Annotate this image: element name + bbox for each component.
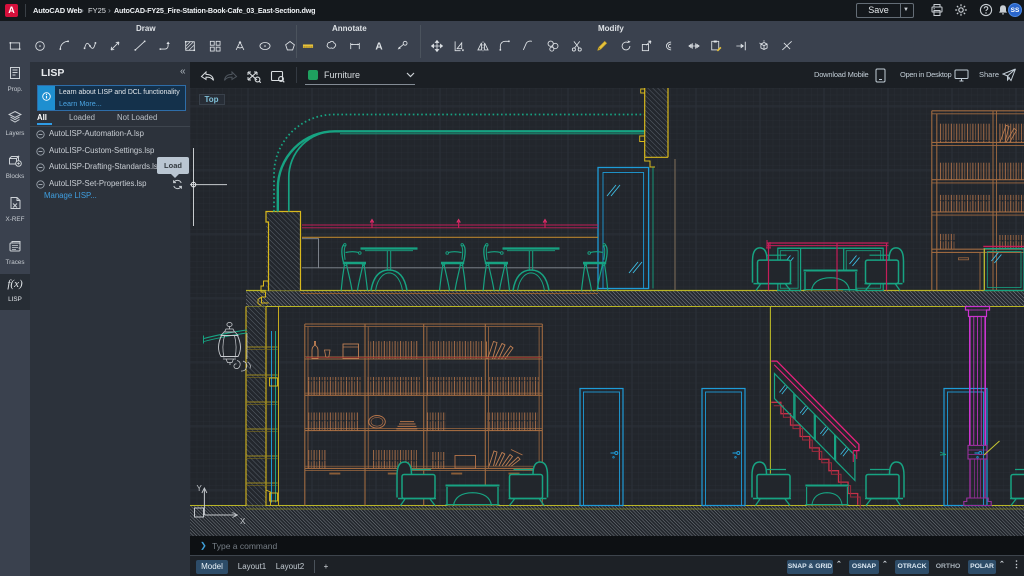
svg-text:A: A: [375, 42, 383, 53]
svg-text:X: X: [240, 517, 246, 526]
svg-text:Y: Y: [197, 484, 203, 493]
svg-text:f(x): f(x): [7, 278, 23, 290]
